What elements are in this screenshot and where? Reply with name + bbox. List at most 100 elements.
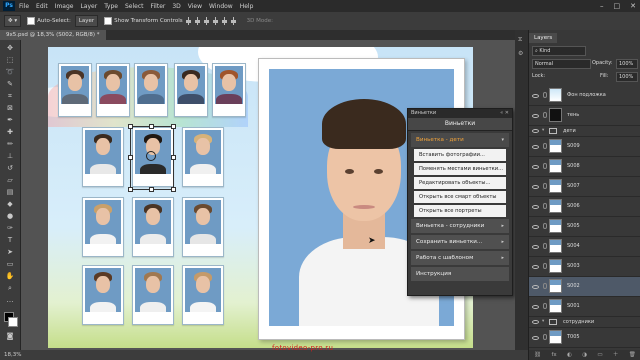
layer-row[interactable]: S003: [529, 257, 640, 277]
transform-handle[interactable]: [149, 124, 154, 129]
marquee-tool-icon[interactable]: ⬚: [5, 56, 15, 65]
gradient-tool-icon[interactable]: ▤: [5, 188, 15, 197]
menu-file[interactable]: File: [19, 3, 29, 10]
layer-row[interactable]: S007: [529, 177, 640, 197]
move-tool-icon[interactable]: ✥: [5, 44, 15, 53]
visibility-eye-icon[interactable]: [532, 204, 539, 209]
menu-help[interactable]: Help: [240, 3, 254, 10]
new-layer-icon[interactable]: ＋: [613, 350, 619, 360]
align-middle-icon[interactable]: [221, 17, 228, 25]
layer-row[interactable]: Фон подложка: [529, 86, 640, 106]
menu-3d[interactable]: 3D: [172, 3, 180, 10]
layer-group-row[interactable]: ▾ сотрудники: [529, 317, 640, 328]
section-save-vignettes[interactable]: Сохранить виньетки... ▸: [411, 235, 509, 249]
kid-photo-card[interactable]: [82, 197, 124, 257]
history-brush-tool-icon[interactable]: ↺: [5, 164, 15, 173]
kid-photo-card[interactable]: [182, 197, 224, 257]
layer-filter-dropdown[interactable]: ⌕ Kind: [532, 46, 586, 56]
staff-photo-card[interactable]: [134, 63, 168, 117]
new-group-icon[interactable]: ▭: [597, 350, 602, 360]
open-smart-objects-button[interactable]: Открыть все смарт объекты: [414, 191, 506, 203]
minimize-icon[interactable]: –: [600, 0, 604, 12]
transform-handle[interactable]: [171, 124, 176, 129]
visibility-eye-icon[interactable]: [532, 264, 539, 269]
layer-row[interactable]: тень: [529, 106, 640, 126]
document-tab[interactable]: 9x5.psd @ 18,3% (S002, RGB/8) *: [0, 30, 106, 40]
layer-row[interactable]: S009: [529, 137, 640, 157]
path-selection-tool-icon[interactable]: ➤: [5, 248, 15, 257]
opacity-input[interactable]: 100%: [616, 59, 638, 69]
properties-panel-icon[interactable]: ⚙: [518, 50, 523, 57]
visibility-eye-icon[interactable]: [532, 244, 539, 249]
layer-row[interactable]: S002: [529, 277, 640, 297]
transform-handle[interactable]: [171, 155, 176, 160]
blend-mode-dropdown[interactable]: Normal: [532, 59, 591, 69]
hand-tool-icon[interactable]: ✋: [5, 272, 15, 281]
visibility-eye-icon[interactable]: [532, 184, 539, 189]
visibility-eye-icon[interactable]: [532, 129, 539, 133]
kid-photo-card[interactable]: [182, 265, 224, 325]
delete-layer-icon[interactable]: 🗑: [629, 350, 636, 360]
kid-photo-card[interactable]: [182, 127, 224, 187]
adjustment-icon[interactable]: ◑: [582, 350, 587, 360]
zoom-tool-icon[interactable]: ⌕: [5, 284, 15, 293]
staff-photo-card[interactable]: [96, 63, 130, 117]
history-panel-icon[interactable]: ⧖: [518, 36, 522, 44]
transform-bounding-box[interactable]: [128, 124, 176, 192]
transform-handle[interactable]: [128, 187, 133, 192]
section-template[interactable]: Работа с шаблоном ▸: [411, 251, 509, 265]
staff-photo-card[interactable]: [174, 63, 208, 117]
brush-tool-icon[interactable]: ✏: [5, 140, 15, 149]
visibility-eye-icon[interactable]: [532, 224, 539, 229]
lasso-tool-icon[interactable]: ➰: [5, 68, 15, 77]
align-bottom-icon[interactable]: [230, 17, 237, 25]
maximize-icon[interactable]: □: [614, 0, 621, 12]
menu-window[interactable]: Window: [209, 3, 233, 10]
menu-edit[interactable]: Edit: [36, 3, 48, 10]
kid-photo-card[interactable]: [132, 265, 174, 325]
layer-row[interactable]: S004: [529, 237, 640, 257]
rectangle-tool-icon[interactable]: ▭: [5, 260, 15, 269]
visibility-eye-icon[interactable]: [532, 284, 539, 289]
visibility-eye-icon[interactable]: [532, 164, 539, 169]
open-portraits-button[interactable]: Открыть все портреты виньеток: [414, 205, 506, 226]
crop-tool-icon[interactable]: ⌗: [5, 92, 15, 101]
type-tool-icon[interactable]: T: [5, 236, 15, 245]
section-vignette-staff[interactable]: Виньетка - сотрудники ▸: [411, 219, 509, 233]
eyedropper-tool-icon[interactable]: ✒: [5, 116, 15, 125]
visibility-eye-icon[interactable]: [532, 335, 539, 340]
staff-photo-card[interactable]: [212, 63, 246, 117]
quick-mask-icon[interactable]: ◙: [5, 332, 15, 341]
visibility-eye-icon[interactable]: [532, 144, 539, 149]
visibility-eye-icon[interactable]: [532, 320, 539, 324]
visibility-eye-icon[interactable]: [532, 304, 539, 309]
pen-tool-icon[interactable]: ✑: [5, 224, 15, 233]
staff-photo-card[interactable]: [58, 63, 92, 117]
kid-photo-card[interactable]: [82, 265, 124, 325]
menu-filter[interactable]: Filter: [151, 3, 166, 10]
section-vignette-kids[interactable]: Виньетка - дети ▾: [411, 133, 509, 147]
transform-pivot-icon[interactable]: [146, 151, 156, 161]
swap-vignettes-button[interactable]: Поменять местами виньетки...: [414, 163, 506, 175]
layer-row[interactable]: S001: [529, 297, 640, 317]
menu-layer[interactable]: Layer: [80, 3, 97, 10]
close-icon[interactable]: ✕: [630, 0, 636, 12]
fx-icon[interactable]: fx: [552, 350, 557, 360]
layer-group-row[interactable]: ▾ дети: [529, 126, 640, 137]
healing-brush-tool-icon[interactable]: ✚: [5, 128, 15, 137]
edit-objects-button[interactable]: Редактировать объекты...: [414, 177, 506, 189]
auto-select-dropdown[interactable]: Layer: [74, 15, 99, 27]
background-color-swatch[interactable]: [8, 317, 18, 327]
mask-icon[interactable]: ◐: [567, 350, 572, 360]
align-center-icon[interactable]: [194, 17, 201, 25]
menu-image[interactable]: Image: [55, 3, 74, 10]
eraser-tool-icon[interactable]: ▱: [5, 176, 15, 185]
quick-select-tool-icon[interactable]: ✎: [5, 80, 15, 89]
move-tool-preset-button[interactable]: ✥ ▾: [4, 15, 22, 27]
menu-view[interactable]: View: [188, 3, 202, 10]
frame-tool-icon[interactable]: ⊠: [5, 104, 15, 113]
align-left-icon[interactable]: [185, 17, 192, 25]
section-instructions[interactable]: Инструкция: [411, 267, 509, 281]
transform-handle[interactable]: [128, 124, 133, 129]
chevron-down-icon[interactable]: ▾: [542, 319, 544, 324]
